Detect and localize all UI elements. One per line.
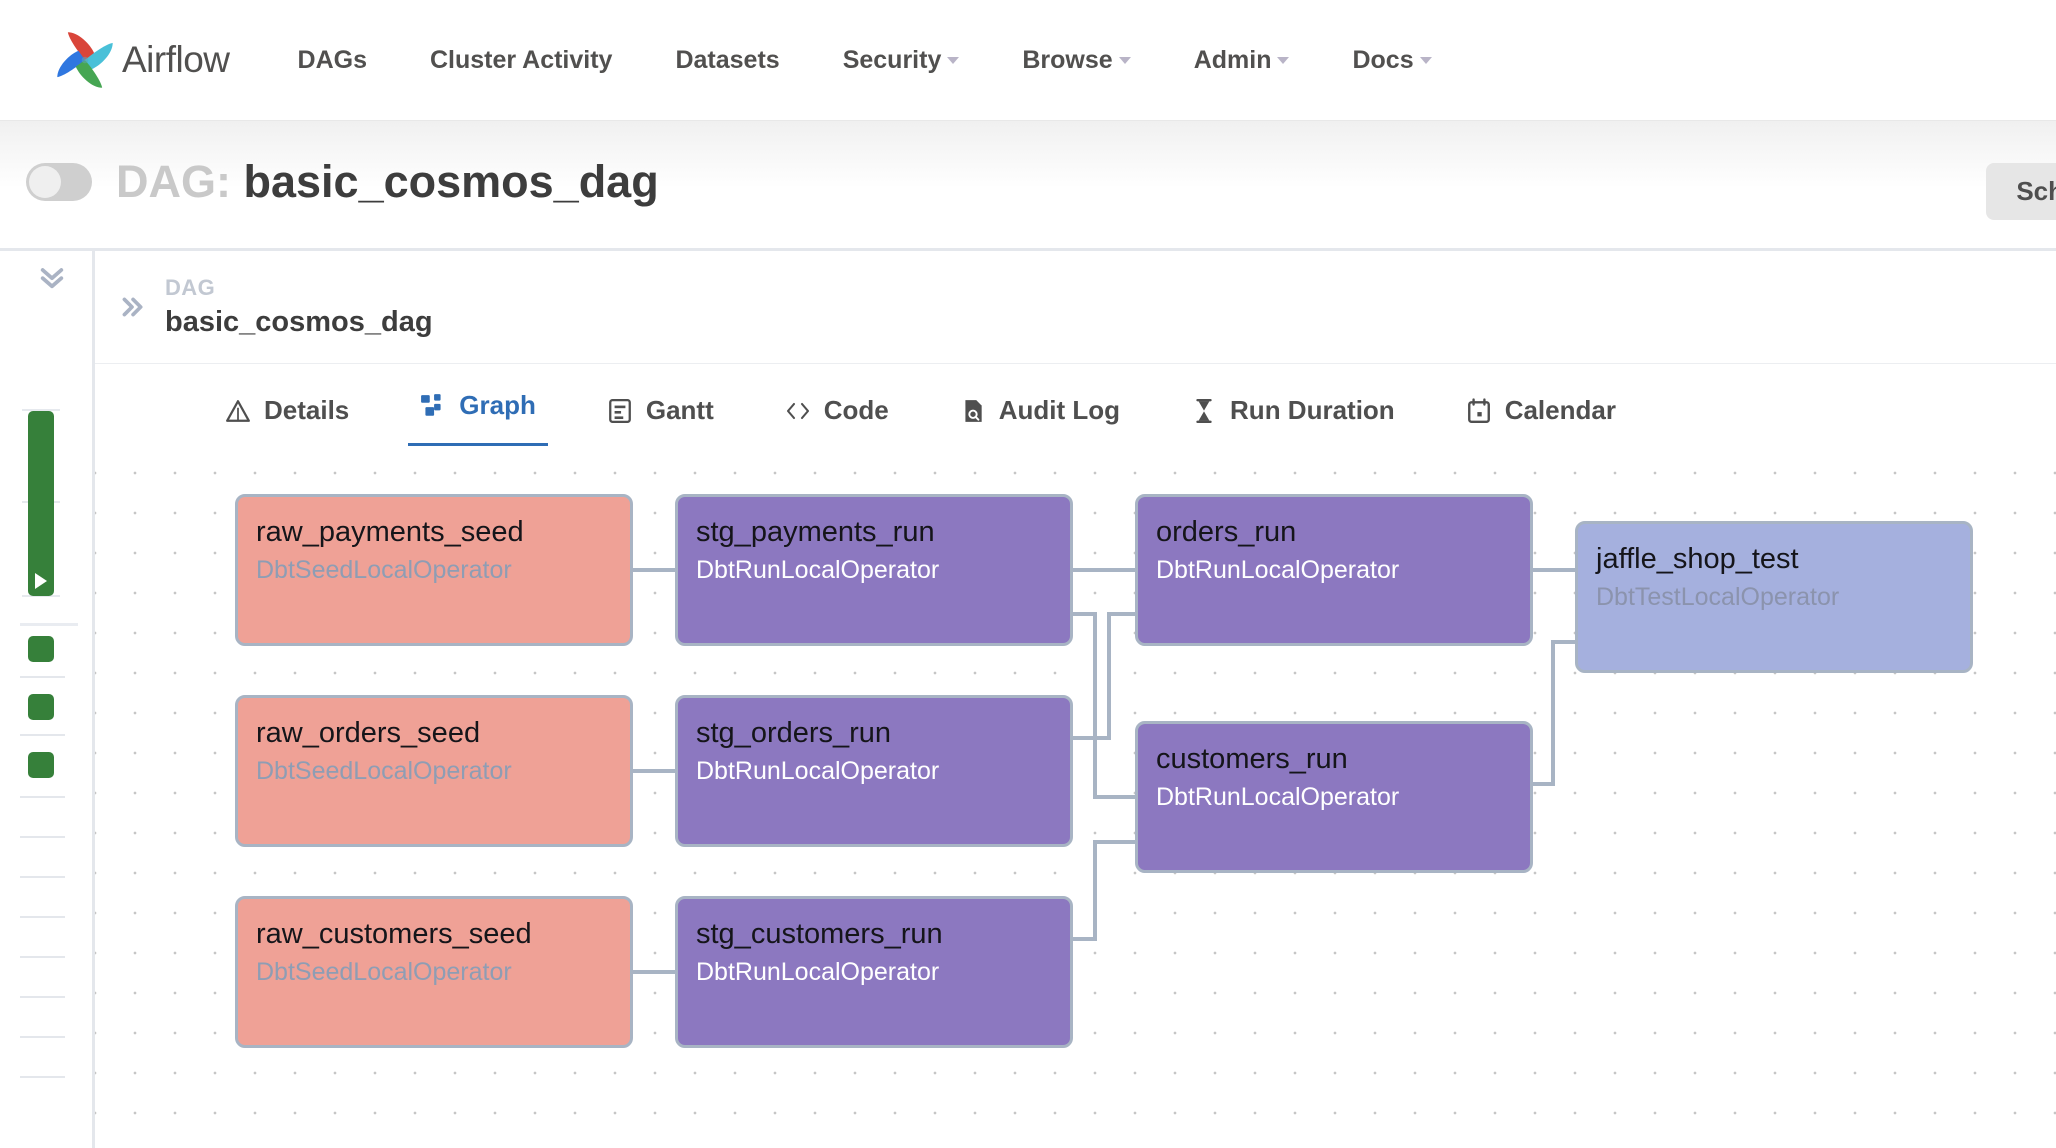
nav-item-label: Datasets [675,46,779,75]
nav-links: DAGs Cluster Activity Datasets Security … [298,46,1432,75]
grid-task-square[interactable] [28,694,54,720]
graph-node-jaffle-shop-test[interactable]: jaffle_shop_test DbtTestLocalOperator [1575,521,1973,673]
grid-sidebar [0,248,92,1148]
tab-graph[interactable]: Graph [408,390,548,448]
page-title: DAG: basic_cosmos_dag [116,156,659,208]
node-operator: DbtRunLocalOperator [696,957,1070,988]
dag-run-bar[interactable] [28,411,54,596]
document-search-icon [960,398,986,424]
node-operator: DbtRunLocalOperator [696,756,1070,787]
nav-item-label: Browse [1022,46,1112,75]
tab-label: Details [264,395,349,426]
breadcrumb-label: DAG [165,275,433,301]
double-chevron-down-icon[interactable] [38,263,66,291]
nav-item-datasets[interactable]: Datasets [675,46,779,75]
graph-node-stg-payments-run[interactable]: stg_payments_run DbtRunLocalOperator [675,494,1073,646]
chevron-down-icon [1420,57,1432,64]
node-task-name: stg_payments_run [696,515,1070,549]
schedule-button[interactable]: Sch [1986,163,2056,220]
chevron-down-icon [947,57,959,64]
tab-label: Calendar [1505,395,1616,426]
graph-node-raw-customers-seed[interactable]: raw_customers_seed DbtSeedLocalOperator [235,896,633,1048]
dag-pause-toggle[interactable] [26,163,92,201]
page-title-prefix: DAG: [116,156,231,207]
nav-item-dags[interactable]: DAGs [298,46,367,75]
chevron-down-icon [1119,57,1131,64]
nav-item-cluster-activity[interactable]: Cluster Activity [430,46,612,75]
node-operator: DbtRunLocalOperator [696,555,1070,586]
node-task-name: orders_run [1156,515,1530,549]
nav-item-browse[interactable]: Browse [1022,46,1130,75]
nav-item-label: Docs [1352,46,1413,75]
node-operator: DbtSeedLocalOperator [256,957,630,988]
graph-node-raw-orders-seed[interactable]: raw_orders_seed DbtSeedLocalOperator [235,695,633,847]
node-operator: DbtTestLocalOperator [1596,582,1970,613]
page-title-dag-name: basic_cosmos_dag [244,156,659,207]
brand-logo-link[interactable]: Airflow [52,27,230,93]
node-task-name: raw_orders_seed [256,716,630,750]
tab-calendar[interactable]: Calendar [1454,395,1628,448]
brand-name: Airflow [122,39,230,81]
tab-gantt[interactable]: Gantt [595,395,726,448]
gantt-chart-icon [607,398,633,424]
tab-label: Code [824,395,889,426]
graph-nodes-icon [420,393,446,419]
double-chevron-right-icon[interactable] [117,294,147,320]
nav-item-security[interactable]: Security [843,46,960,75]
nav-item-label: Admin [1194,46,1272,75]
tab-label: Run Duration [1230,395,1395,426]
tab-code[interactable]: Code [773,395,901,448]
calendar-icon [1466,398,1492,424]
chevron-down-icon [1277,57,1289,64]
graph-node-raw-payments-seed[interactable]: raw_payments_seed DbtSeedLocalOperator [235,494,633,646]
grid-task-square[interactable] [28,636,54,662]
nav-item-label: DAGs [298,46,367,75]
node-task-name: stg_orders_run [696,716,1070,750]
breadcrumb-value: basic_cosmos_dag [165,306,433,339]
graph-node-stg-customers-run[interactable]: stg_customers_run DbtRunLocalOperator [675,896,1073,1048]
grid-task-square[interactable] [28,752,54,778]
triangle-alert-icon [225,398,251,424]
tab-label: Gantt [646,395,714,426]
node-task-name: raw_customers_seed [256,917,630,951]
node-task-name: stg_customers_run [696,917,1070,951]
nav-item-docs[interactable]: Docs [1352,46,1431,75]
node-operator: DbtRunLocalOperator [1156,555,1530,586]
graph-node-customers-run[interactable]: customers_run DbtRunLocalOperator [1135,721,1533,873]
tab-run-duration[interactable]: Run Duration [1179,395,1407,448]
top-navbar: Airflow DAGs Cluster Activity Datasets S… [0,0,2056,121]
dag-header: DAG: basic_cosmos_dag Sch [0,121,2056,243]
tab-label: Graph [459,390,536,421]
grid-divider [20,623,78,626]
play-triangle-icon [35,573,47,589]
node-operator: DbtRunLocalOperator [1156,782,1530,813]
graph-node-stg-orders-run[interactable]: stg_orders_run DbtRunLocalOperator [675,695,1073,847]
airflow-pinwheel-logo [52,27,118,93]
nav-item-label: Cluster Activity [430,46,612,75]
tab-audit-log[interactable]: Audit Log [948,395,1132,448]
tab-details[interactable]: Details [213,395,361,448]
node-operator: DbtSeedLocalOperator [256,555,630,586]
nav-item-label: Security [843,46,942,75]
dag-graph-canvas[interactable]: raw_payments_seed DbtSeedLocalOperator r… [95,446,2056,1148]
breadcrumb: DAG basic_cosmos_dag [95,251,2056,364]
node-task-name: jaffle_shop_test [1596,542,1970,576]
detail-tabs: Details Graph Gantt [95,364,2056,449]
node-task-name: raw_payments_seed [256,515,630,549]
tab-label: Audit Log [999,395,1120,426]
hourglass-icon [1191,398,1217,424]
node-operator: DbtSeedLocalOperator [256,756,630,787]
code-brackets-icon [785,398,811,424]
nav-item-admin[interactable]: Admin [1194,46,1290,75]
node-task-name: customers_run [1156,742,1530,776]
graph-node-orders-run[interactable]: orders_run DbtRunLocalOperator [1135,494,1533,646]
